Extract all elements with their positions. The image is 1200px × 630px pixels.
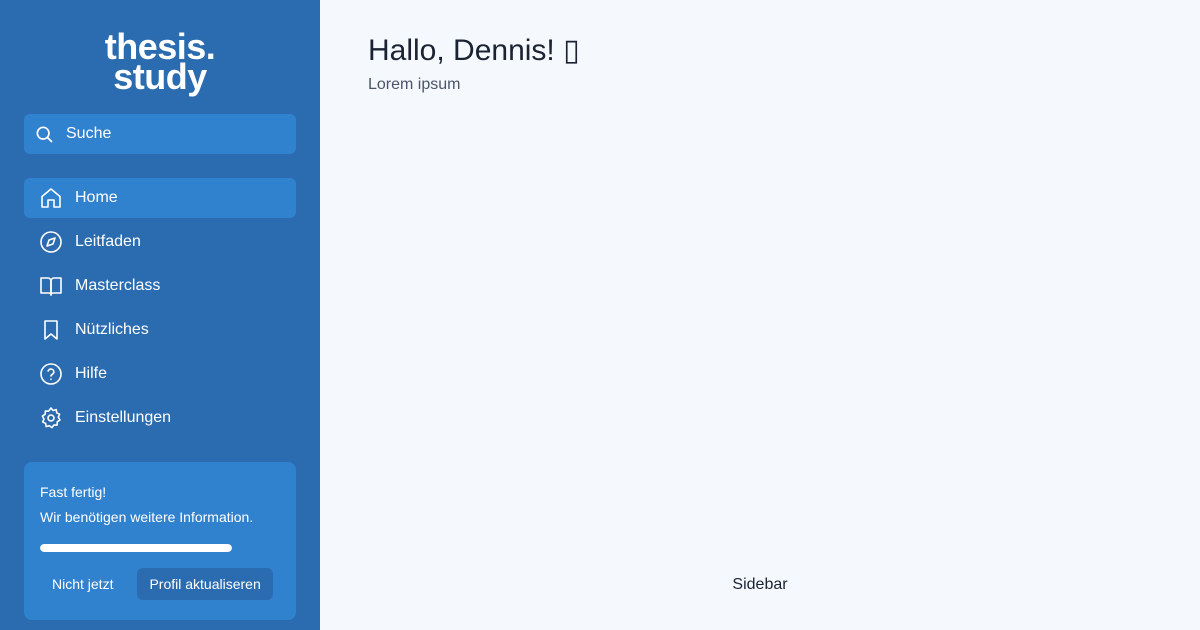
sidebar-item-label: Hilfe [75, 365, 108, 382]
card-actions: Nicht jetzt Profil aktualiseren [40, 568, 280, 600]
logo[interactable]: thesis. study [24, 0, 296, 97]
sidebar-item-label: Nützliches [75, 321, 149, 338]
sidebar-item-label: Einstellungen [75, 409, 172, 426]
page-title: Hallo, Dennis! ▯ [368, 34, 580, 67]
sidebar-item-label: Leitfaden [75, 233, 141, 250]
app-shell: thesis. study Suche Home Leitfaden Maste… [0, 0, 1200, 630]
profile-completion-card: Fast fertig! Wir benötigen weitere Infor… [24, 462, 296, 620]
dismiss-button[interactable]: Nicht jetzt [40, 568, 125, 600]
search-label: Suche [66, 125, 112, 142]
help-circle-icon [39, 362, 63, 386]
progress-fill [40, 544, 232, 552]
card-title: Fast fertig! [40, 484, 107, 500]
bookmark-icon [39, 318, 63, 342]
progress-bar [40, 544, 232, 552]
update-profile-button[interactable]: Profil aktualiseren [137, 568, 273, 600]
sidebar-item-nuetzliches[interactable]: Nützliches [24, 310, 296, 350]
search-icon [34, 124, 54, 144]
logo-line-2: study [113, 56, 207, 97]
sidebar-item-einstellungen[interactable]: Einstellungen [24, 398, 296, 438]
page-subtitle: Lorem ipsum [368, 76, 461, 93]
sidebar-item-label: Home [75, 189, 118, 206]
sidebar-item-hilfe[interactable]: Hilfe [24, 354, 296, 394]
sidebar-item-masterclass[interactable]: Masterclass [24, 266, 296, 306]
sidebar-item-leitfaden[interactable]: Leitfaden [24, 222, 296, 262]
home-icon [39, 186, 63, 210]
book-open-icon [39, 274, 63, 298]
sidebar-nav: Home Leitfaden Masterclass Nützliches Hi… [24, 178, 296, 438]
card-text: Wir benötigen weitere Information. [40, 509, 254, 525]
footer-label: Sidebar [732, 576, 788, 593]
sidebar: thesis. study Suche Home Leitfaden Maste… [0, 0, 320, 630]
sidebar-item-label: Masterclass [75, 277, 161, 294]
search-button[interactable]: Suche [24, 114, 296, 154]
gear-icon [39, 406, 63, 430]
main-content: Hallo, Dennis! ▯ Lorem ipsum Sidebar [320, 0, 1200, 630]
compass-icon [39, 230, 63, 254]
sidebar-item-home[interactable]: Home [24, 178, 296, 218]
